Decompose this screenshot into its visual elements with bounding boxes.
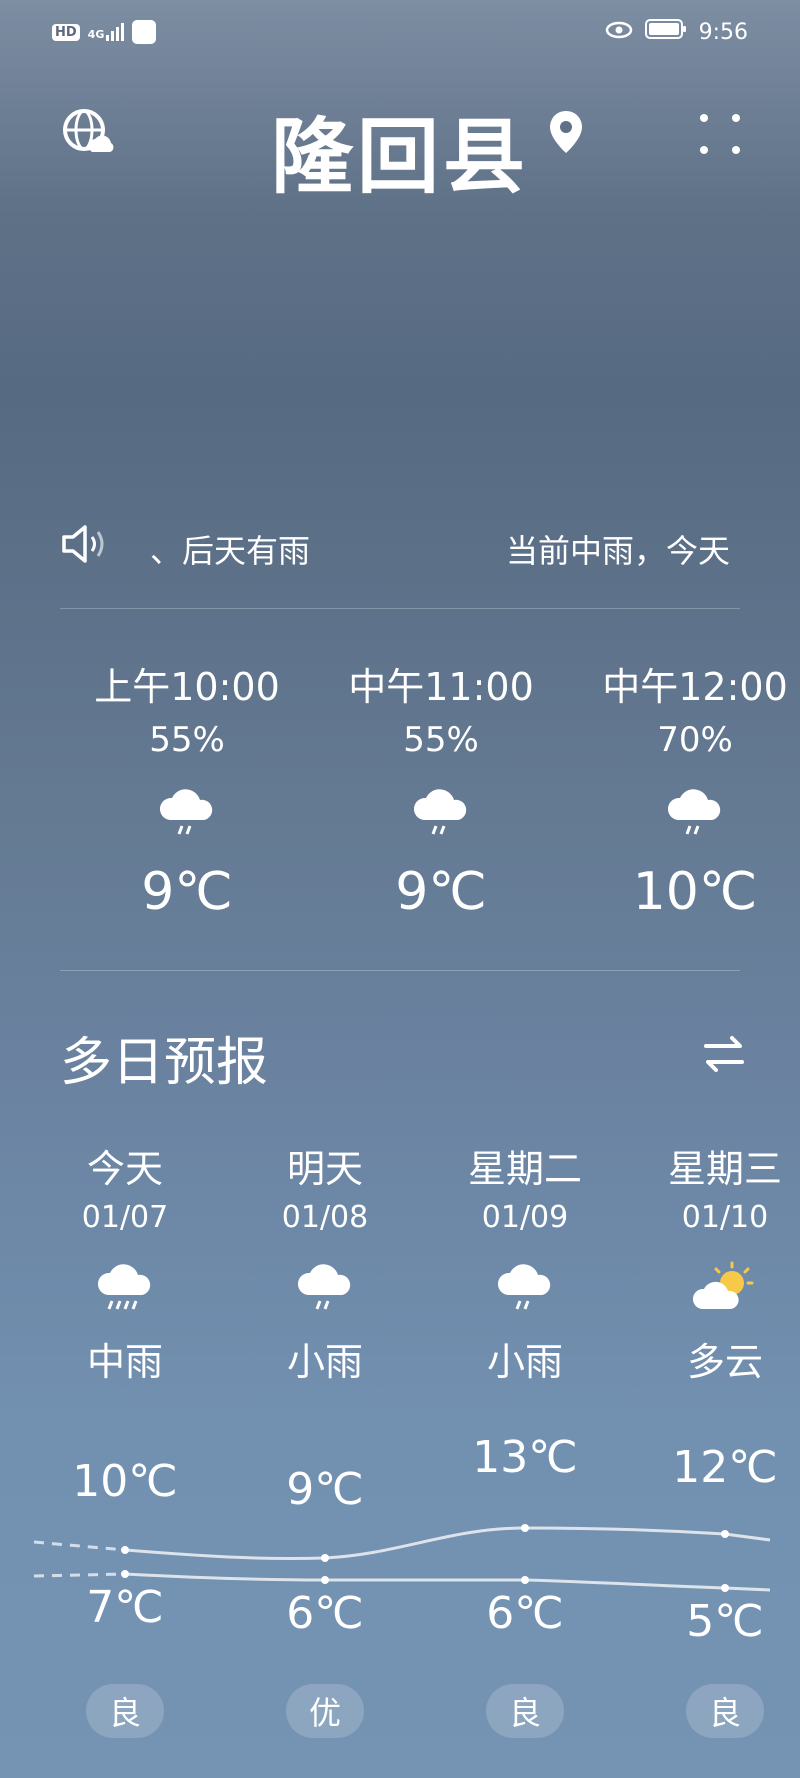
- day-name: 星期三: [667, 1147, 782, 1191]
- precip-chance: 70%: [657, 720, 733, 760]
- light-rain-icon: [225, 1251, 425, 1327]
- hour-temp: 9℃: [141, 862, 233, 922]
- day-date: 01/08: [281, 1200, 369, 1235]
- speaker-icon[interactable]: [60, 524, 114, 572]
- day-item[interactable]: 星期三 01/10 多云: [625, 1138, 800, 1386]
- aqi-badge[interactable]: 良: [686, 1684, 764, 1738]
- hourly-item: 中午11:00 55% 9℃: [321, 656, 561, 922]
- rain-cloud-icon: [575, 772, 800, 852]
- day-condition: 小雨: [486, 1340, 563, 1384]
- day-condition: 多云: [686, 1340, 763, 1384]
- rain-cloud-icon: [67, 772, 307, 852]
- light-rain-icon: [425, 1251, 625, 1327]
- section-title: 多日预报: [60, 1033, 269, 1093]
- eye-icon: [605, 20, 633, 45]
- battery-icon: [644, 18, 687, 46]
- broadcast-text-left: 、后天有雨: [150, 532, 311, 570]
- hour-time: 中午12:00: [602, 665, 788, 709]
- day-date: 01/10: [681, 1200, 769, 1235]
- city-title: 隆回县: [270, 110, 529, 205]
- day-condition: 中雨: [86, 1340, 163, 1384]
- precip-chance: 55%: [403, 720, 479, 760]
- aqi-badge[interactable]: 良: [86, 1684, 164, 1738]
- moderate-rain-icon: [25, 1251, 225, 1327]
- location-pin-icon[interactable]: [538, 104, 594, 160]
- broadcast-text-right: 当前中雨，今天: [506, 532, 731, 570]
- day-item[interactable]: 明天 01/08 小雨: [225, 1138, 425, 1386]
- low-temp: 6℃: [286, 1588, 364, 1639]
- low-temp: 5℃: [686, 1596, 764, 1647]
- divider: [60, 970, 740, 971]
- day-name: 今天: [86, 1147, 163, 1191]
- hourly-forecast[interactable]: 上午10:00 55% 9℃ 中午11:00 55% 9℃ 中午12:00 70…: [0, 656, 800, 956]
- status-bar: HD 4G 9:56: [52, 18, 748, 52]
- day-date: 01/09: [481, 1200, 569, 1235]
- app-notification-icon: [132, 20, 157, 44]
- high-temp: 12℃: [672, 1442, 778, 1493]
- day-name: 星期二: [467, 1147, 582, 1191]
- hd-badge: HD: [52, 23, 80, 41]
- daily-forecast[interactable]: 今天 01/07 中雨 明天 01/08 小雨 星期二 01/09 小雨 星期三…: [0, 1138, 800, 1778]
- aqi-badge[interactable]: 优: [286, 1684, 364, 1738]
- aqi-badge[interactable]: 良: [486, 1684, 564, 1738]
- day-item[interactable]: 今天 01/07 中雨: [25, 1138, 225, 1386]
- signal-icon: 4G: [88, 23, 125, 41]
- day-date: 01/07: [81, 1200, 169, 1235]
- day-item[interactable]: 星期二 01/09 小雨: [425, 1138, 625, 1386]
- signal-label: 4G: [87, 28, 105, 41]
- low-temp: 6℃: [486, 1588, 564, 1639]
- precip-chance: 55%: [149, 720, 225, 760]
- high-temp: 13℃: [472, 1432, 578, 1483]
- hour-temp: 10℃: [632, 862, 758, 922]
- hour-time: 上午10:00: [94, 665, 280, 709]
- hourly-item: 中午12:00 70% 10℃: [575, 656, 800, 922]
- low-temp: 7℃: [86, 1582, 164, 1633]
- hour-time: 中午11:00: [348, 665, 534, 709]
- weather-broadcast[interactable]: 、后天有雨 当前中雨，今天: [60, 520, 740, 576]
- rain-cloud-icon: [321, 772, 561, 852]
- day-name: 明天: [286, 1147, 363, 1191]
- partly-cloudy-icon: [625, 1251, 800, 1327]
- clock: 9:56: [698, 19, 748, 45]
- divider: [60, 608, 740, 609]
- swap-arrows-icon[interactable]: [696, 1026, 752, 1082]
- hourly-item: 上午10:00 55% 9℃: [67, 656, 307, 922]
- dots-grid-icon[interactable]: [692, 106, 748, 162]
- day-condition: 小雨: [286, 1340, 363, 1384]
- hour-temp: 9℃: [395, 862, 487, 922]
